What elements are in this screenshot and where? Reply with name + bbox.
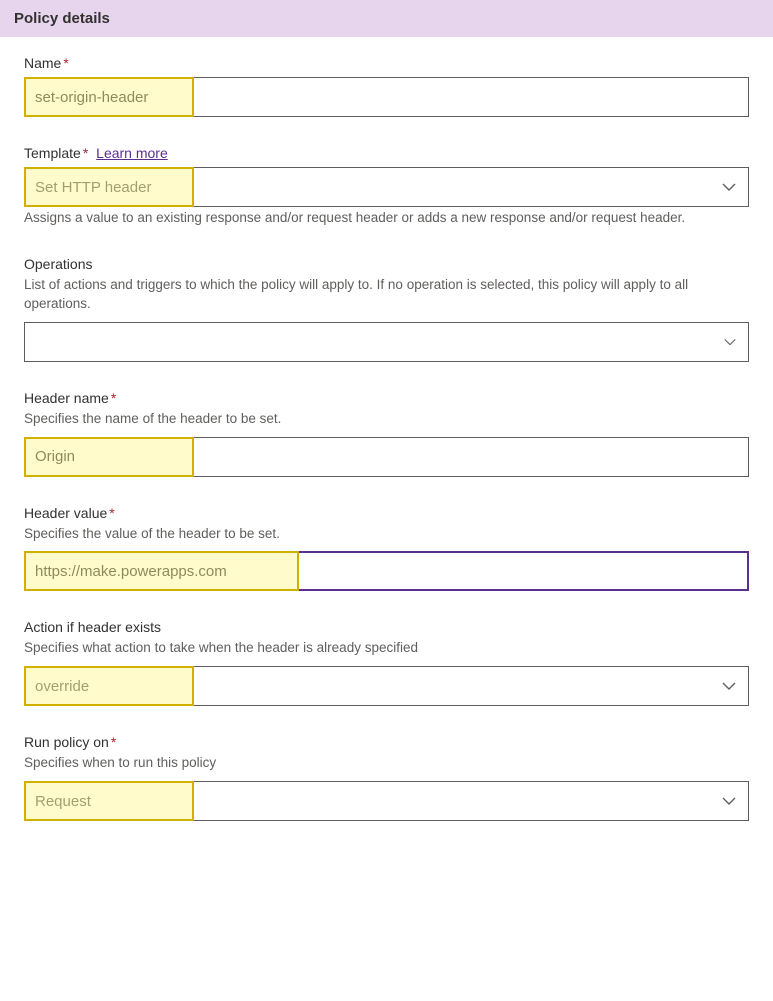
name-label-text: Name	[24, 55, 61, 71]
template-label-text: Template	[24, 145, 81, 161]
run-policy-on-select[interactable]: Request	[24, 781, 749, 821]
header-name-label: Header name*	[24, 390, 749, 406]
field-header-name: Header name* Specifies the name of the h…	[24, 390, 749, 477]
operations-select[interactable]	[24, 322, 749, 362]
field-template: Template* Learn more Set HTTP header Ass…	[24, 145, 749, 228]
required-indicator: *	[109, 505, 114, 521]
field-action-if-exists: Action if header exists Specifies what a…	[24, 619, 749, 706]
field-run-policy-on: Run policy on* Specifies when to run thi…	[24, 734, 749, 821]
panel-title: Policy details	[14, 10, 110, 27]
header-value-help: Specifies the value of the header to be …	[24, 525, 749, 544]
template-help: Assigns a value to an existing response …	[24, 209, 749, 228]
action-if-exists-select[interactable]: override	[24, 666, 749, 706]
required-indicator: *	[63, 55, 68, 71]
header-value-label-text: Header value	[24, 505, 107, 521]
field-operations: Operations List of actions and triggers …	[24, 256, 749, 362]
action-if-exists-selected-value: override	[35, 678, 89, 695]
action-if-exists-label: Action if header exists	[24, 619, 749, 635]
field-header-value: Header value* Specifies the value of the…	[24, 505, 749, 592]
operations-help: List of actions and triggers to which th…	[24, 276, 749, 314]
header-name-label-text: Header name	[24, 390, 109, 406]
run-policy-on-selected-value: Request	[35, 793, 91, 810]
template-select[interactable]: Set HTTP header	[24, 167, 749, 207]
form-body: Name* Template* Learn more Set HTTP head…	[0, 37, 773, 851]
run-policy-on-label-text: Run policy on	[24, 734, 109, 750]
header-value-input[interactable]	[24, 551, 749, 591]
learn-more-link[interactable]: Learn more	[96, 145, 168, 161]
panel-header: Policy details	[0, 0, 773, 37]
required-indicator: *	[83, 145, 88, 161]
field-name: Name*	[24, 55, 749, 117]
header-value-label: Header value*	[24, 505, 749, 521]
operations-label: Operations	[24, 256, 749, 272]
required-indicator: *	[111, 390, 116, 406]
required-indicator: *	[111, 734, 116, 750]
template-selected-value: Set HTTP header	[35, 179, 151, 196]
run-policy-on-help: Specifies when to run this policy	[24, 754, 749, 773]
header-name-input[interactable]	[24, 437, 749, 477]
header-name-help: Specifies the name of the header to be s…	[24, 410, 749, 429]
template-label: Template* Learn more	[24, 145, 749, 161]
name-input[interactable]	[24, 77, 749, 117]
action-if-exists-help: Specifies what action to take when the h…	[24, 639, 749, 658]
name-label: Name*	[24, 55, 749, 71]
run-policy-on-label: Run policy on*	[24, 734, 749, 750]
